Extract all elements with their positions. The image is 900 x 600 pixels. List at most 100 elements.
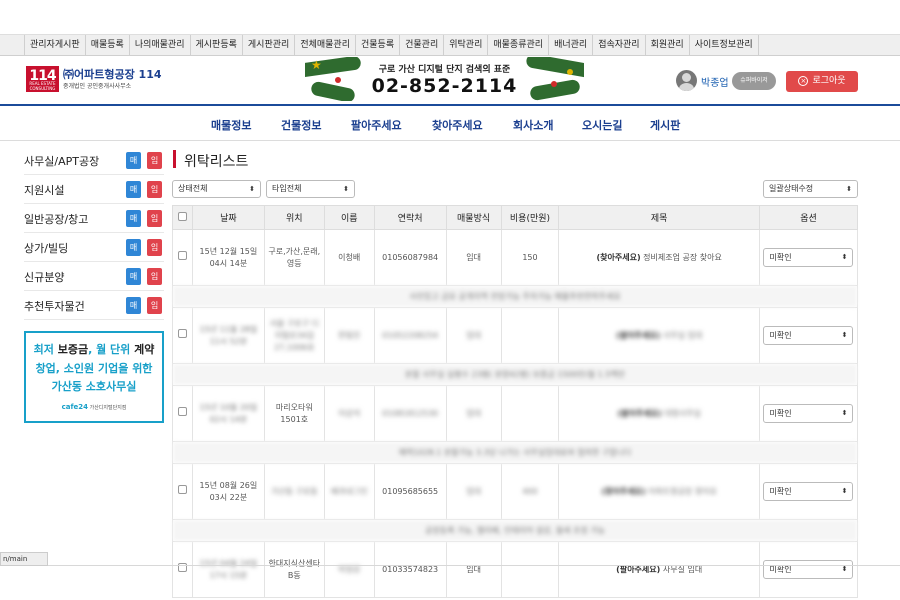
sidebar-item-label[interactable]: 사무실/APT공장 xyxy=(24,153,99,169)
row-status-select[interactable]: 미확인 ⬍ xyxy=(763,248,854,267)
consignment-table: 날짜 위치 이름 연락처 매물방식 비용(만원) 제목 옵션 15년 12월 1… xyxy=(172,205,859,598)
row-checkbox[interactable] xyxy=(172,385,193,442)
admin-menu-item[interactable]: 게시판등록 xyxy=(191,35,243,56)
column-header[interactable]: 제목 xyxy=(558,205,760,230)
buy-button[interactable]: 매 xyxy=(126,239,141,256)
date-cell: 15년 10월 20일 02시 14분 xyxy=(191,385,265,442)
sidebar-item-label[interactable]: 지원시설 xyxy=(24,182,64,198)
column-header[interactable]: 이름 xyxy=(323,205,375,230)
rent-button[interactable]: 임 xyxy=(147,181,162,198)
location-cell: 한대지식산센타 B동 xyxy=(263,541,325,598)
buy-button[interactable]: 매 xyxy=(126,268,141,285)
rent-button[interactable]: 임 xyxy=(147,239,162,256)
row-checkbox[interactable] xyxy=(172,463,193,520)
rent-button[interactable]: 임 xyxy=(147,210,162,227)
table-row[interactable]: 15년 12월 15일 04시 14분 구로,가산,문래,영등 이청배 0105608… xyxy=(172,229,859,286)
admin-menu-item[interactable]: 위탁관리 xyxy=(444,35,489,56)
buy-button[interactable]: 매 xyxy=(126,210,141,227)
table-row[interactable]: 15년 10월 20일 02시 14분 마리오타워 1501호 이상석 0108181… xyxy=(172,385,859,442)
type-cell: 임대 xyxy=(445,463,502,520)
type-cell: 임대 xyxy=(445,385,502,442)
status-filter-select[interactable]: 상태전체 ⬍ xyxy=(172,180,261,198)
nav-item[interactable]: 찾아주세요 xyxy=(432,117,483,133)
row-checkbox[interactable] xyxy=(172,541,193,598)
soho-ad-banner[interactable]: 최저 보증금, 월 단위 계약 창업, 소인원 기업을 위한 가산동 소호사무실… xyxy=(24,331,164,423)
nav-item[interactable]: 게시판 xyxy=(650,117,680,133)
row-status-select[interactable]: 미확인 ⬍ xyxy=(763,560,854,579)
admin-menu-item[interactable]: 회원관리 xyxy=(646,35,690,56)
nav-item[interactable]: 회사소개 xyxy=(513,117,553,133)
admin-menu-item[interactable]: 건물관리 xyxy=(400,35,445,56)
title-text: 아파트형공장 찾아요 xyxy=(648,486,717,496)
row-checkbox[interactable] xyxy=(172,229,193,286)
nav-item[interactable]: 팔아주세요 xyxy=(351,117,402,133)
column-header[interactable]: 옵션 xyxy=(758,205,859,230)
note-cell: 사진있고 금요 공개지역 전망가능 주차가능 매물추천연락주세요 xyxy=(172,285,858,308)
nav-item[interactable]: 건물정보 xyxy=(281,117,321,133)
banner-title: 구로 가산 디지털 단지 검색의 표준 xyxy=(378,65,511,75)
table-row[interactable]: 15년 04월 24일 17시 15분 한대지식산센타 B동 박정감 01033574… xyxy=(172,541,859,598)
status-bar-url: n/main xyxy=(0,552,48,566)
phone-cell: 01052208254 xyxy=(373,307,447,364)
chevron-updown-icon: ⬍ xyxy=(249,185,255,193)
cost-cell xyxy=(500,307,560,364)
admin-menu-item[interactable]: 건물등록 xyxy=(356,35,401,56)
rent-button[interactable]: 임 xyxy=(147,268,162,285)
admin-menu-item[interactable]: 전체매물관리 xyxy=(295,35,356,56)
admin-menu-item[interactable]: 관리자게시판 xyxy=(24,35,86,56)
column-header[interactable]: 매물방식 xyxy=(445,205,502,230)
sidebar-item-label[interactable]: 신규분양 xyxy=(24,269,64,285)
chevron-updown-icon: ⬍ xyxy=(841,331,848,339)
buy-button[interactable]: 매 xyxy=(126,181,141,198)
table-row[interactable]: 15년 11월 28일 11시 52분 서울 구로구 디지털로34길 27,100… xyxy=(172,307,859,364)
logout-button[interactable]: × 로그아웃 xyxy=(786,71,858,92)
phone-banner[interactable]: ★ 구로 가산 디지털 단지 검색의 표준 02-852-2114 xyxy=(305,57,584,101)
user-name[interactable]: 박종업 xyxy=(701,74,729,89)
admin-menu-item[interactable]: 게시판관리 xyxy=(243,35,296,56)
admin-menu-item[interactable]: 매물등록 xyxy=(86,35,130,56)
row-checkbox[interactable] xyxy=(172,307,193,364)
table-row[interactable]: 15년 08월 26일 03시 22분 가산동 구로동 배과네그인 010956856… xyxy=(172,463,859,520)
column-header[interactable]: 비용(만원) xyxy=(500,205,560,230)
buy-button[interactable]: 매 xyxy=(126,297,141,314)
row-status-select[interactable]: 미확인 ⬍ xyxy=(763,326,854,345)
column-header[interactable]: 위치 xyxy=(263,205,325,230)
title-tag: (찾아주세요) xyxy=(596,252,641,262)
title-cell[interactable]: (찾아주세요) 아파트형공장 찾아요 xyxy=(558,463,760,520)
buy-button[interactable]: 매 xyxy=(126,152,141,169)
sidebar-item-label[interactable]: 상가/빌딩 xyxy=(24,240,68,256)
bulk-status-select[interactable]: 일괄상태수정 ⬍ xyxy=(763,180,858,198)
type-filter-select[interactable]: 타입전체 ⬍ xyxy=(266,180,355,198)
admin-menu-item[interactable]: 배너관리 xyxy=(549,35,594,56)
chevron-updown-icon: ⬍ xyxy=(841,409,848,417)
column-header[interactable]: 날짜 xyxy=(191,205,265,230)
title-text: 대형사무실 xyxy=(664,408,701,418)
row-status-select[interactable]: 미확인 ⬍ xyxy=(763,404,854,423)
nav-item[interactable]: 매물정보 xyxy=(211,117,251,133)
phone-cell: 01081812530 xyxy=(373,385,447,442)
admin-menu-item[interactable]: 접속자관리 xyxy=(593,35,646,56)
title-cell[interactable]: (찾아주세요) 정비제조업 공장 찾아요 xyxy=(558,229,760,286)
title-cell[interactable]: (팔아주세요) 사무실 임대 xyxy=(558,307,760,364)
rent-button[interactable]: 임 xyxy=(147,152,162,169)
admin-menu-item[interactable]: 매물종류관리 xyxy=(488,35,550,56)
close-circle-icon: × xyxy=(798,76,809,86)
admin-menu-item[interactable]: 사이트정보관리 xyxy=(690,35,759,56)
page: 관리자게시판 매물등록 나의매물관리 게시판등록 게시판관리 전체매물관리 건물등록 건물관리… xyxy=(0,0,900,600)
sidebar-item-label[interactable]: 일반공장/창고 xyxy=(24,211,88,227)
title-cell[interactable]: (팔아주세요) 사무실 임대 xyxy=(558,541,760,598)
select-all-checkbox[interactable] xyxy=(172,205,193,230)
sidebar-item-label[interactable]: 추천투자물건 xyxy=(24,298,85,314)
row-status-select[interactable]: 미확인 ⬍ xyxy=(763,482,854,501)
chevron-updown-icon: ⬍ xyxy=(343,185,349,193)
title-cell[interactable]: (팔아주세요) 대형사무실 xyxy=(558,385,760,442)
rent-button[interactable]: 임 xyxy=(147,297,162,314)
nav-item[interactable]: 오시는길 xyxy=(582,117,622,133)
column-header[interactable]: 연락처 xyxy=(373,205,447,230)
site-logo[interactable]: 114 REAL ESTATE CONSULTING ㈜어파트형공장 114 중개… xyxy=(26,66,166,92)
note-row: 사진있고 금요 공개지역 전망가능 주차가능 매물추천연락주세요 xyxy=(172,285,858,308)
table-header-row: 날짜 위치 이름 연락처 매물방식 비용(만원) 제목 옵션 xyxy=(172,205,859,230)
user-avatar-icon[interactable] xyxy=(676,70,697,91)
sidebar-item: 상가/빌딩 매 임 xyxy=(24,233,164,262)
admin-menu-item[interactable]: 나의매물관리 xyxy=(130,35,191,56)
